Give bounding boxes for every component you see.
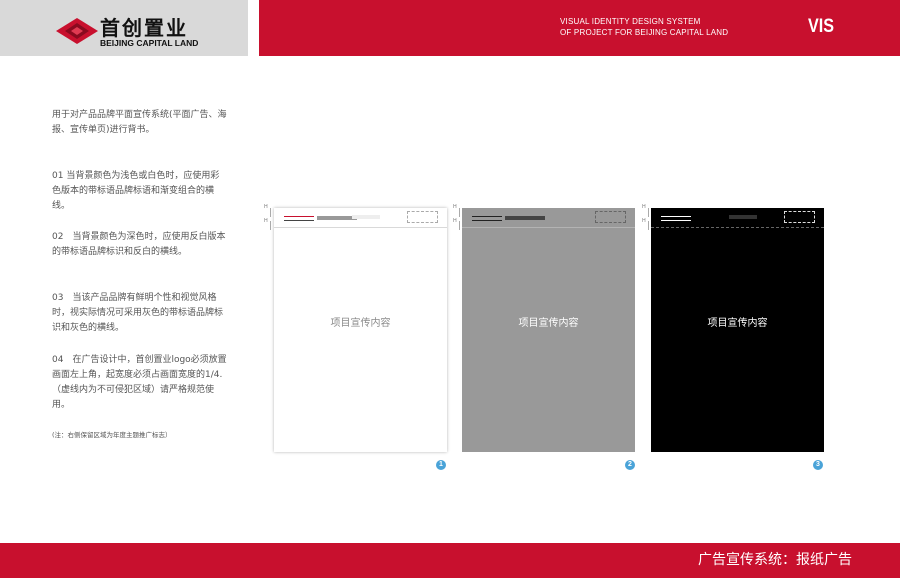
panel-number-badge-3: 3 — [813, 460, 823, 470]
panel-number-badge-1: 1 — [436, 460, 446, 470]
dimension-mark: H — [642, 218, 646, 224]
dimension-line — [270, 208, 271, 217]
panel-content-text: 项目宣传内容 — [707, 318, 768, 329]
mini-theme-mark — [729, 215, 757, 219]
guideline-paragraph-2: 02 当背景颜色为深色时，应使用反白版本的带标语品牌标识和反白的横线。 — [52, 232, 226, 257]
ad-layout-black: 项目宣传内容 — [651, 208, 824, 452]
intro-text: 用于对产品品牌平面宣传系统(平面广告、海报、宣传单页)进行背书。 — [52, 110, 227, 135]
ad-layout-white: 项目宣传内容 — [274, 208, 447, 452]
mini-slogan — [505, 216, 545, 220]
dimension-line — [648, 208, 649, 217]
mini-logo — [472, 216, 502, 221]
dimension-mark: H — [642, 204, 646, 210]
logo-english-name: BEIJING CAPITAL LAND — [100, 38, 199, 48]
dimension-mark: H — [453, 218, 457, 224]
ad-layout-gray: 项目宣传内容 — [462, 208, 635, 452]
mini-logo — [284, 216, 314, 221]
logo-chinese-name: 首创置业 — [100, 16, 188, 40]
guideline-paragraph-3: 03 当该产品品牌有鲜明个性和视觉风格时，视实际情况可采用灰色的带标语品牌标识和… — [52, 293, 224, 333]
note-text: (注：右侧保留区域为年度主题推广标志） — [52, 431, 172, 439]
header-rule — [274, 227, 447, 228]
reserved-area-box — [407, 211, 438, 223]
dimension-line — [648, 221, 649, 230]
guideline-paragraph-1: 01 当背景颜色为浅色或白色时，应使用彩色版本的带标语品牌标语和渐变组合的横线。 — [52, 171, 220, 211]
beijing-capital-land-logo-mark — [56, 18, 98, 44]
footer-title: 广告宣传系统：报纸广告 — [698, 552, 852, 568]
reserved-area-box — [595, 211, 626, 223]
panel-content-text: 项目宣传内容 — [330, 318, 391, 329]
reserved-area-box — [784, 211, 815, 223]
panel-content-text: 项目宣传内容 — [518, 318, 579, 329]
mini-theme-mark — [352, 215, 380, 219]
dimension-line — [270, 221, 271, 230]
dimension-line — [459, 208, 460, 217]
mini-slogan — [317, 216, 357, 220]
header-rule — [462, 227, 635, 228]
dimension-mark: H — [264, 218, 268, 224]
dimension-line — [459, 221, 460, 230]
header-rule — [651, 227, 824, 228]
panel-number-badge-2: 2 — [625, 460, 635, 470]
dimension-mark: H — [453, 204, 457, 210]
dimension-mark: H — [264, 204, 268, 210]
mini-logo — [661, 216, 691, 221]
guideline-paragraph-4: 04 在广告设计中，首创置业logo必须放置画面左上角，起宽度必须占画面宽度的1… — [52, 355, 227, 410]
header-subtitle-line-1: VISUAL IDENTITY DESIGN SYSTEM — [560, 17, 701, 26]
vis-label: VIS — [808, 16, 835, 37]
header-subtitle-line-2: OF PROJECT FOR BEIJING CAPITAL LAND — [560, 28, 729, 37]
